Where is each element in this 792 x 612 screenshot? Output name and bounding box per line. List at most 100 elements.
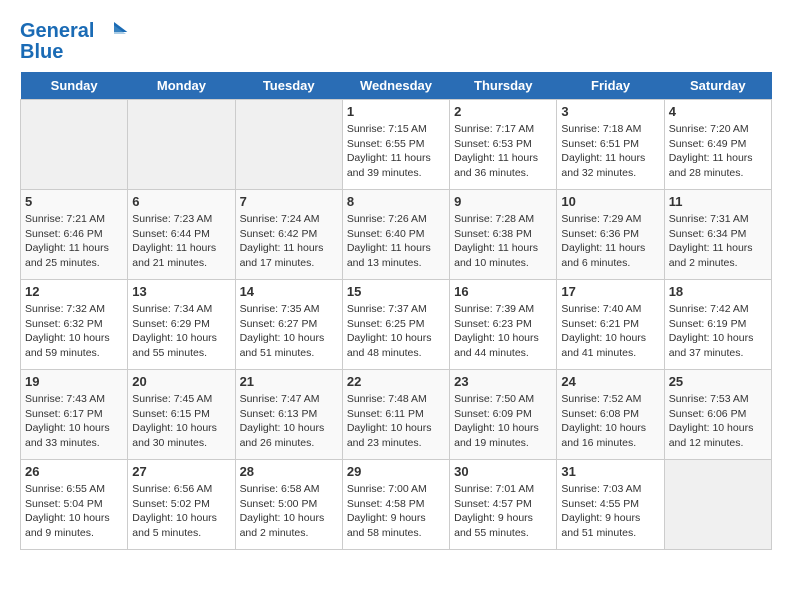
day-number: 20 bbox=[132, 374, 230, 389]
day-info: Sunrise: 7:43 AMSunset: 6:17 PMDaylight:… bbox=[25, 392, 123, 451]
day-number: 11 bbox=[669, 194, 767, 209]
day-info: Sunrise: 7:35 AMSunset: 6:27 PMDaylight:… bbox=[240, 302, 338, 361]
day-info: Sunrise: 7:37 AMSunset: 6:25 PMDaylight:… bbox=[347, 302, 445, 361]
calendar-week-row: 26 Sunrise: 6:55 AMSunset: 5:04 PMDayligh… bbox=[21, 460, 772, 550]
day-number: 6 bbox=[132, 194, 230, 209]
day-number: 24 bbox=[561, 374, 659, 389]
calendar-cell: 27 Sunrise: 6:56 AMSunset: 5:02 PMDayligh… bbox=[128, 460, 235, 550]
day-number: 2 bbox=[454, 104, 552, 119]
day-info: Sunrise: 7:01 AMSunset: 4:57 PMDaylight:… bbox=[454, 482, 552, 541]
day-number: 13 bbox=[132, 284, 230, 299]
page-header: General Blue bbox=[20, 20, 772, 62]
day-number: 31 bbox=[561, 464, 659, 479]
calendar-header-row: SundayMondayTuesdayWednesdayThursdayFrid… bbox=[21, 72, 772, 100]
calendar-cell: 17 Sunrise: 7:40 AMSunset: 6:21 PMDayligh… bbox=[557, 280, 664, 370]
calendar-cell: 21 Sunrise: 7:47 AMSunset: 6:13 PMDayligh… bbox=[235, 370, 342, 460]
calendar-cell: 31 Sunrise: 7:03 AMSunset: 4:55 PMDayligh… bbox=[557, 460, 664, 550]
day-info: Sunrise: 7:31 AMSunset: 6:34 PMDaylight:… bbox=[669, 212, 767, 271]
day-info: Sunrise: 7:28 AMSunset: 6:38 PMDaylight:… bbox=[454, 212, 552, 271]
calendar-cell: 2 Sunrise: 7:17 AMSunset: 6:53 PMDaylight… bbox=[450, 100, 557, 190]
calendar-cell: 23 Sunrise: 7:50 AMSunset: 6:09 PMDayligh… bbox=[450, 370, 557, 460]
calendar-week-row: 19 Sunrise: 7:43 AMSunset: 6:17 PMDayligh… bbox=[21, 370, 772, 460]
logo: General Blue bbox=[20, 20, 128, 62]
day-header-tuesday: Tuesday bbox=[235, 72, 342, 100]
day-info: Sunrise: 7:47 AMSunset: 6:13 PMDaylight:… bbox=[240, 392, 338, 451]
calendar-week-row: 1 Sunrise: 7:15 AMSunset: 6:55 PMDaylight… bbox=[21, 100, 772, 190]
day-info: Sunrise: 7:53 AMSunset: 6:06 PMDaylight:… bbox=[669, 392, 767, 451]
calendar-cell: 19 Sunrise: 7:43 AMSunset: 6:17 PMDayligh… bbox=[21, 370, 128, 460]
day-number: 10 bbox=[561, 194, 659, 209]
calendar-cell: 13 Sunrise: 7:34 AMSunset: 6:29 PMDayligh… bbox=[128, 280, 235, 370]
day-number: 17 bbox=[561, 284, 659, 299]
day-number: 4 bbox=[669, 104, 767, 119]
day-number: 15 bbox=[347, 284, 445, 299]
day-info: Sunrise: 7:29 AMSunset: 6:36 PMDaylight:… bbox=[561, 212, 659, 271]
day-header-wednesday: Wednesday bbox=[342, 72, 449, 100]
calendar-cell: 1 Sunrise: 7:15 AMSunset: 6:55 PMDaylight… bbox=[342, 100, 449, 190]
day-info: Sunrise: 7:03 AMSunset: 4:55 PMDaylight:… bbox=[561, 482, 659, 541]
day-number: 26 bbox=[25, 464, 123, 479]
day-number: 1 bbox=[347, 104, 445, 119]
calendar-cell bbox=[235, 100, 342, 190]
day-info: Sunrise: 7:26 AMSunset: 6:40 PMDaylight:… bbox=[347, 212, 445, 271]
calendar-cell: 22 Sunrise: 7:48 AMSunset: 6:11 PMDayligh… bbox=[342, 370, 449, 460]
day-info: Sunrise: 6:56 AMSunset: 5:02 PMDaylight:… bbox=[132, 482, 230, 541]
day-number: 9 bbox=[454, 194, 552, 209]
day-info: Sunrise: 7:48 AMSunset: 6:11 PMDaylight:… bbox=[347, 392, 445, 451]
day-info: Sunrise: 7:34 AMSunset: 6:29 PMDaylight:… bbox=[132, 302, 230, 361]
day-info: Sunrise: 7:20 AMSunset: 6:49 PMDaylight:… bbox=[669, 122, 767, 181]
day-number: 27 bbox=[132, 464, 230, 479]
calendar-cell: 29Sunrise: 7:00 AMSunset: 4:58 PMDayligh… bbox=[342, 460, 449, 550]
calendar-cell: 5Sunrise: 7:21 AMSunset: 6:46 PMDaylight… bbox=[21, 190, 128, 280]
day-info: Sunrise: 6:58 AMSunset: 5:00 PMDaylight:… bbox=[240, 482, 338, 541]
day-info: Sunrise: 7:23 AMSunset: 6:44 PMDaylight:… bbox=[132, 212, 230, 271]
day-number: 23 bbox=[454, 374, 552, 389]
day-number: 12 bbox=[25, 284, 123, 299]
calendar-cell: 25Sunrise: 7:53 AMSunset: 6:06 PMDayligh… bbox=[664, 370, 771, 460]
day-header-monday: Monday bbox=[128, 72, 235, 100]
day-number: 7 bbox=[240, 194, 338, 209]
day-info: Sunrise: 6:55 AMSunset: 5:04 PMDaylight:… bbox=[25, 482, 123, 541]
calendar-week-row: 5Sunrise: 7:21 AMSunset: 6:46 PMDaylight… bbox=[21, 190, 772, 280]
day-info: Sunrise: 7:40 AMSunset: 6:21 PMDaylight:… bbox=[561, 302, 659, 361]
day-info: Sunrise: 7:17 AMSunset: 6:53 PMDaylight:… bbox=[454, 122, 552, 181]
day-header-saturday: Saturday bbox=[664, 72, 771, 100]
calendar-cell: 28 Sunrise: 6:58 AMSunset: 5:00 PMDayligh… bbox=[235, 460, 342, 550]
day-number: 16 bbox=[454, 284, 552, 299]
day-info: Sunrise: 7:39 AMSunset: 6:23 PMDaylight:… bbox=[454, 302, 552, 361]
calendar-cell: 26 Sunrise: 6:55 AMSunset: 5:04 PMDayligh… bbox=[21, 460, 128, 550]
day-info: Sunrise: 7:45 AMSunset: 6:15 PMDaylight:… bbox=[132, 392, 230, 451]
calendar-cell: 10 Sunrise: 7:29 AMSunset: 6:36 PMDayligh… bbox=[557, 190, 664, 280]
calendar-cell bbox=[664, 460, 771, 550]
day-header-sunday: Sunday bbox=[21, 72, 128, 100]
calendar-week-row: 12 Sunrise: 7:32 AMSunset: 6:32 PMDayligh… bbox=[21, 280, 772, 370]
day-number: 21 bbox=[240, 374, 338, 389]
calendar-cell: 11 Sunrise: 7:31 AMSunset: 6:34 PMDayligh… bbox=[664, 190, 771, 280]
day-number: 14 bbox=[240, 284, 338, 299]
calendar-cell: 14 Sunrise: 7:35 AMSunset: 6:27 PMDayligh… bbox=[235, 280, 342, 370]
calendar-cell: 4 Sunrise: 7:20 AMSunset: 6:49 PMDaylight… bbox=[664, 100, 771, 190]
day-number: 19 bbox=[25, 374, 123, 389]
calendar-cell: 12 Sunrise: 7:32 AMSunset: 6:32 PMDayligh… bbox=[21, 280, 128, 370]
day-number: 5 bbox=[25, 194, 123, 209]
day-info: Sunrise: 7:24 AMSunset: 6:42 PMDaylight:… bbox=[240, 212, 338, 271]
day-info: Sunrise: 7:15 AMSunset: 6:55 PMDaylight:… bbox=[347, 122, 445, 181]
day-number: 3 bbox=[561, 104, 659, 119]
calendar-cell: 6 Sunrise: 7:23 AMSunset: 6:44 PMDaylight… bbox=[128, 190, 235, 280]
calendar-table: SundayMondayTuesdayWednesdayThursdayFrid… bbox=[20, 72, 772, 550]
day-info: Sunrise: 7:32 AMSunset: 6:32 PMDaylight:… bbox=[25, 302, 123, 361]
day-info: Sunrise: 7:18 AMSunset: 6:51 PMDaylight:… bbox=[561, 122, 659, 181]
day-number: 18 bbox=[669, 284, 767, 299]
calendar-cell: 18 Sunrise: 7:42 AMSunset: 6:19 PMDayligh… bbox=[664, 280, 771, 370]
day-info: Sunrise: 7:42 AMSunset: 6:19 PMDaylight:… bbox=[669, 302, 767, 361]
calendar-cell: 16 Sunrise: 7:39 AMSunset: 6:23 PMDayligh… bbox=[450, 280, 557, 370]
calendar-cell: 8 Sunrise: 7:26 AMSunset: 6:40 PMDaylight… bbox=[342, 190, 449, 280]
calendar-cell: 15 Sunrise: 7:37 AMSunset: 6:25 PMDayligh… bbox=[342, 280, 449, 370]
day-number: 28 bbox=[240, 464, 338, 479]
calendar-cell: 7 Sunrise: 7:24 AMSunset: 6:42 PMDaylight… bbox=[235, 190, 342, 280]
day-info: Sunrise: 7:00 AMSunset: 4:58 PMDaylight:… bbox=[347, 482, 445, 541]
day-number: 8 bbox=[347, 194, 445, 209]
calendar-cell: 30Sunrise: 7:01 AMSunset: 4:57 PMDayligh… bbox=[450, 460, 557, 550]
day-info: Sunrise: 7:50 AMSunset: 6:09 PMDaylight:… bbox=[454, 392, 552, 451]
day-number: 22 bbox=[347, 374, 445, 389]
